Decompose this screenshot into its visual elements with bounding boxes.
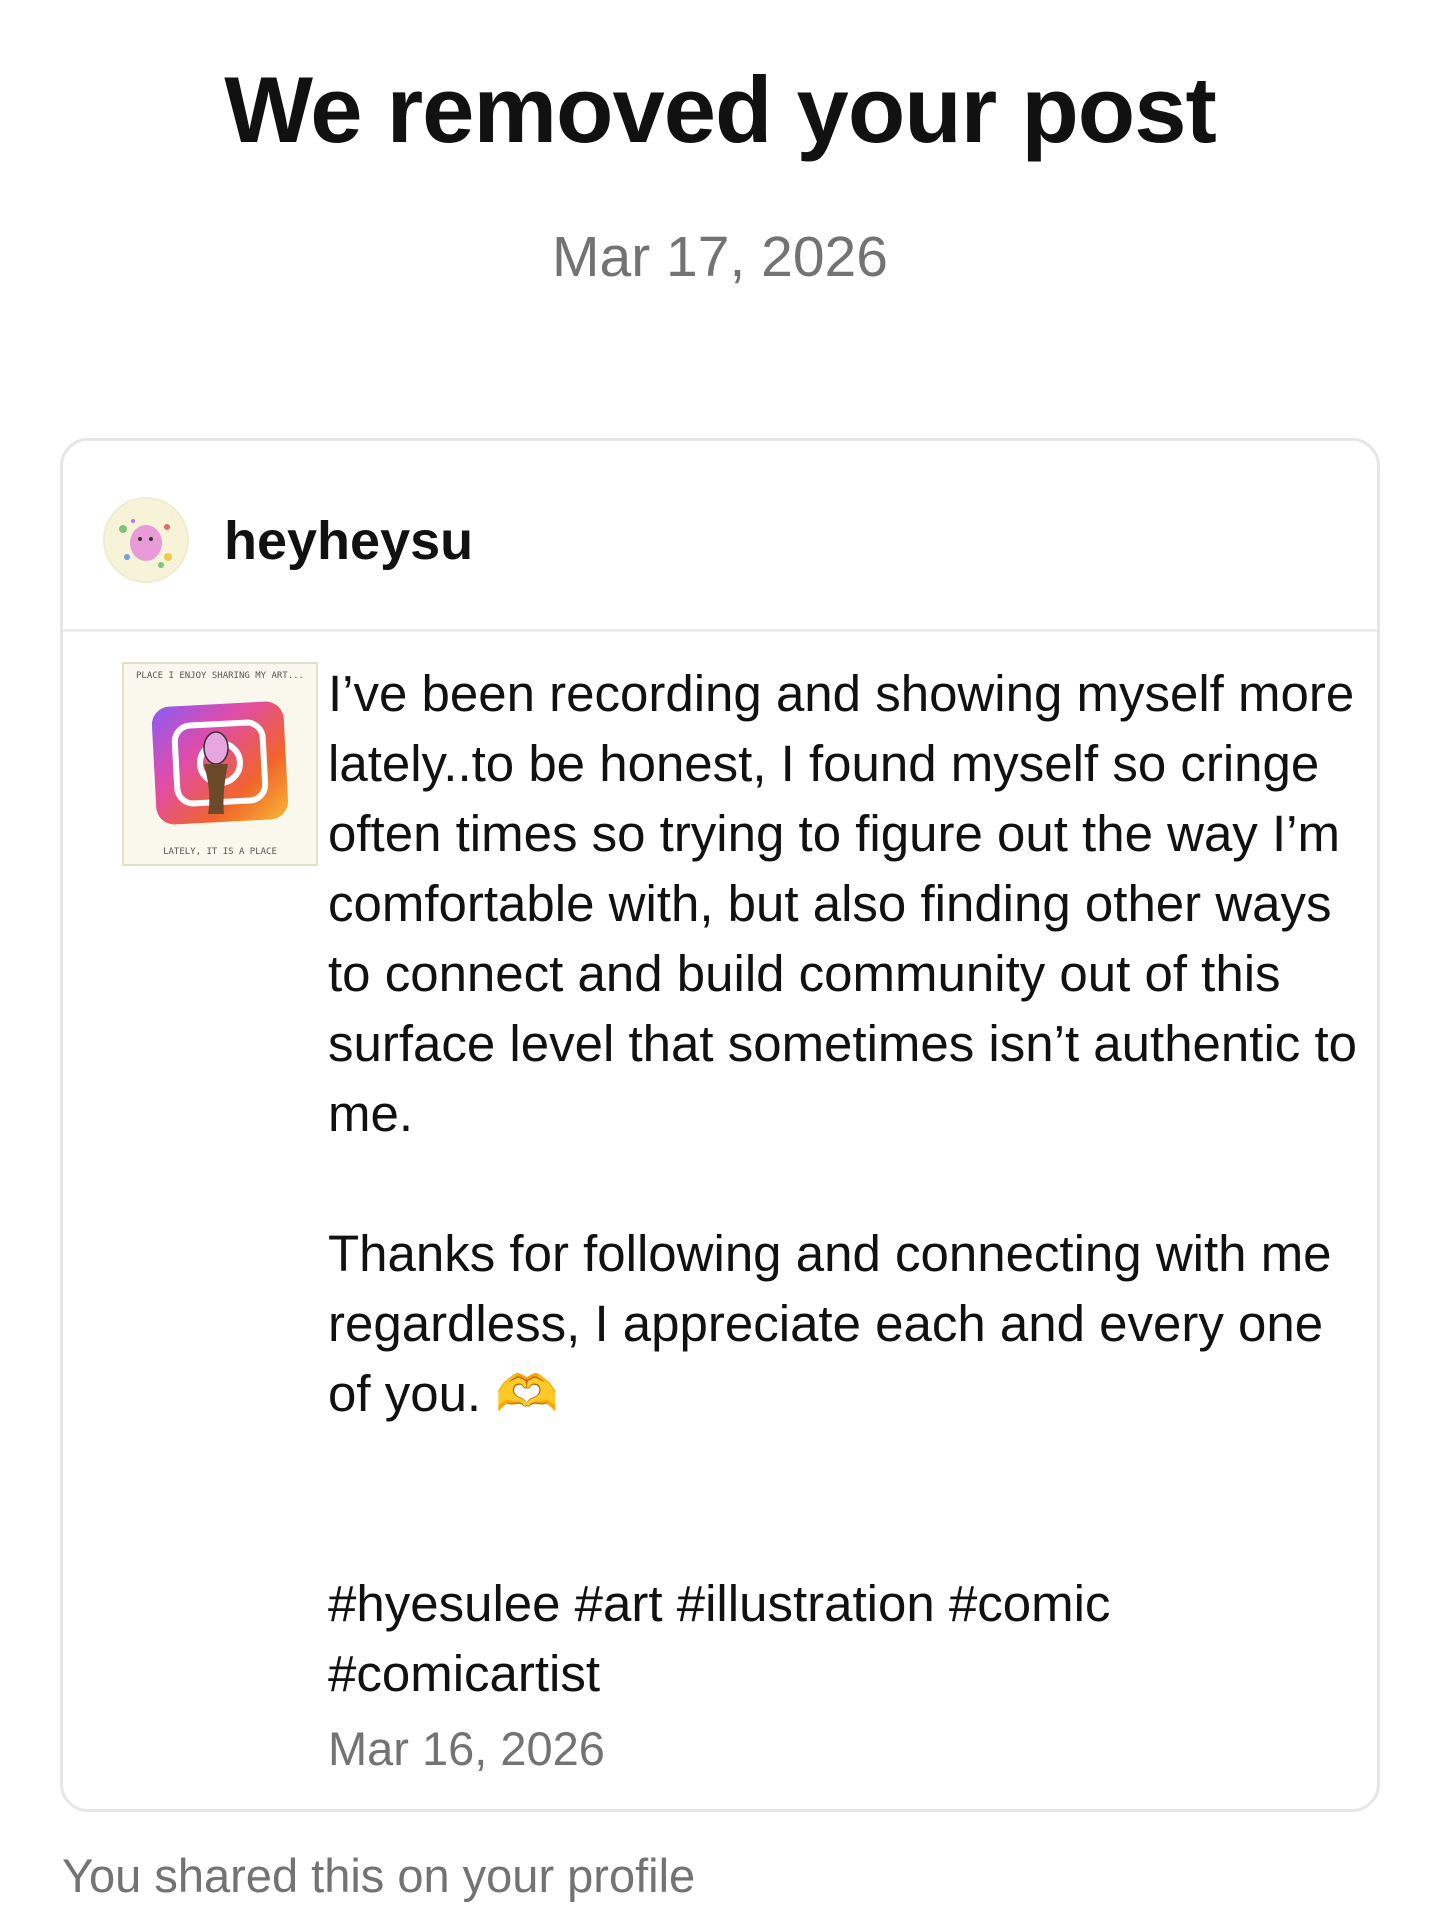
post-date: Mar 16, 2026 [328, 1722, 605, 1775]
username[interactable]: heyheysu [224, 509, 473, 573]
removed-post-card[interactable]: heyheysu PLACE I ENJOY SHARING MY ART...… [60, 438, 1380, 1812]
page-title: We removed your post [224, 57, 1217, 162]
shared-on-profile-note: You shared this on your profile [62, 1849, 696, 1902]
thumbnail-top-text: PLACE I ENJOY SHARING MY ART... [136, 671, 304, 681]
post-hashtags[interactable]: #hyesulee #art #illustration #comic #com… [328, 1569, 1358, 1709]
avatar[interactable] [103, 497, 189, 583]
removal-date: Mar 17, 2026 [552, 225, 888, 289]
post-caption: I’ve been recording and showing myself m… [328, 665, 1357, 1422]
post-thumbnail[interactable]: PLACE I ENJOY SHARING MY ART... LATELY, … [122, 662, 318, 866]
thumbnail-bottom-text: LATELY, IT IS A PLACE [163, 847, 277, 857]
pink-character-avatar-icon [105, 499, 187, 581]
instagram-logo-illustration: PLACE I ENJOY SHARING MY ART... LATELY, … [124, 664, 316, 864]
post-header: heyheysu [63, 441, 1377, 632]
